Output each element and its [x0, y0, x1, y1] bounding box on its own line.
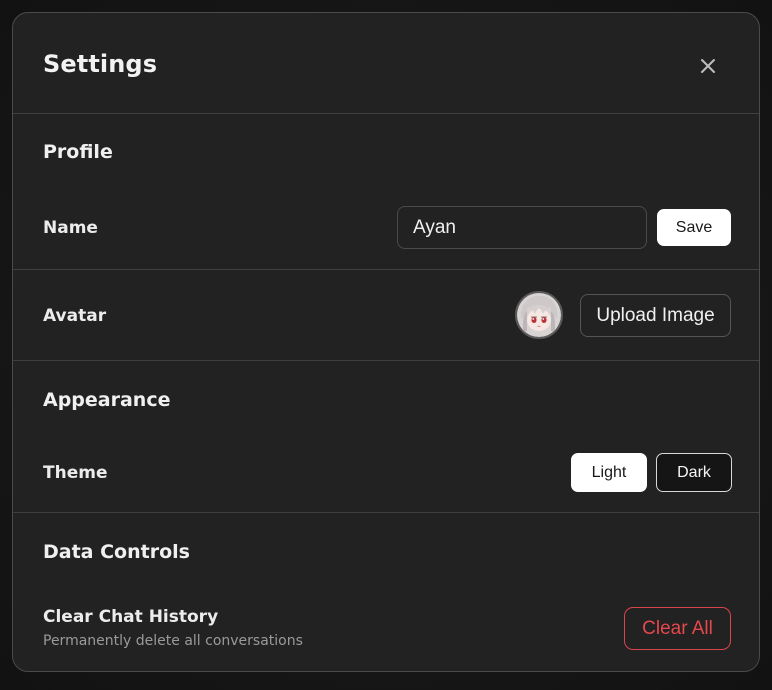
name-input[interactable]: [397, 206, 647, 249]
theme-dark-button[interactable]: Dark: [656, 453, 732, 492]
clear-history-description: Permanently delete all conversations: [43, 633, 303, 649]
upload-image-button[interactable]: Upload Image: [580, 294, 731, 337]
theme-label: Theme: [43, 463, 108, 483]
avatar-label: Avatar: [43, 306, 107, 326]
save-button[interactable]: Save: [657, 209, 731, 246]
avatar-image: [517, 293, 561, 337]
dialog-header: Settings: [13, 13, 759, 114]
divider-profile: [13, 269, 759, 270]
divider-avatar: [13, 360, 759, 361]
profile-section-title: Profile: [43, 141, 113, 163]
appearance-section-title: Appearance: [43, 389, 171, 411]
name-label: Name: [43, 218, 98, 238]
theme-light-button[interactable]: Light: [571, 453, 647, 492]
clear-all-button[interactable]: Clear All: [624, 607, 731, 650]
divider-appearance: [13, 512, 759, 513]
data-controls-section-title: Data Controls: [43, 541, 190, 563]
dialog-title: Settings: [43, 50, 158, 78]
settings-dialog: Settings Profile Name Save Avatar: [12, 12, 760, 672]
close-icon: [701, 59, 715, 73]
close-button[interactable]: [696, 54, 720, 78]
avatar: [515, 291, 563, 339]
clear-history-label: Clear Chat History: [43, 607, 219, 627]
